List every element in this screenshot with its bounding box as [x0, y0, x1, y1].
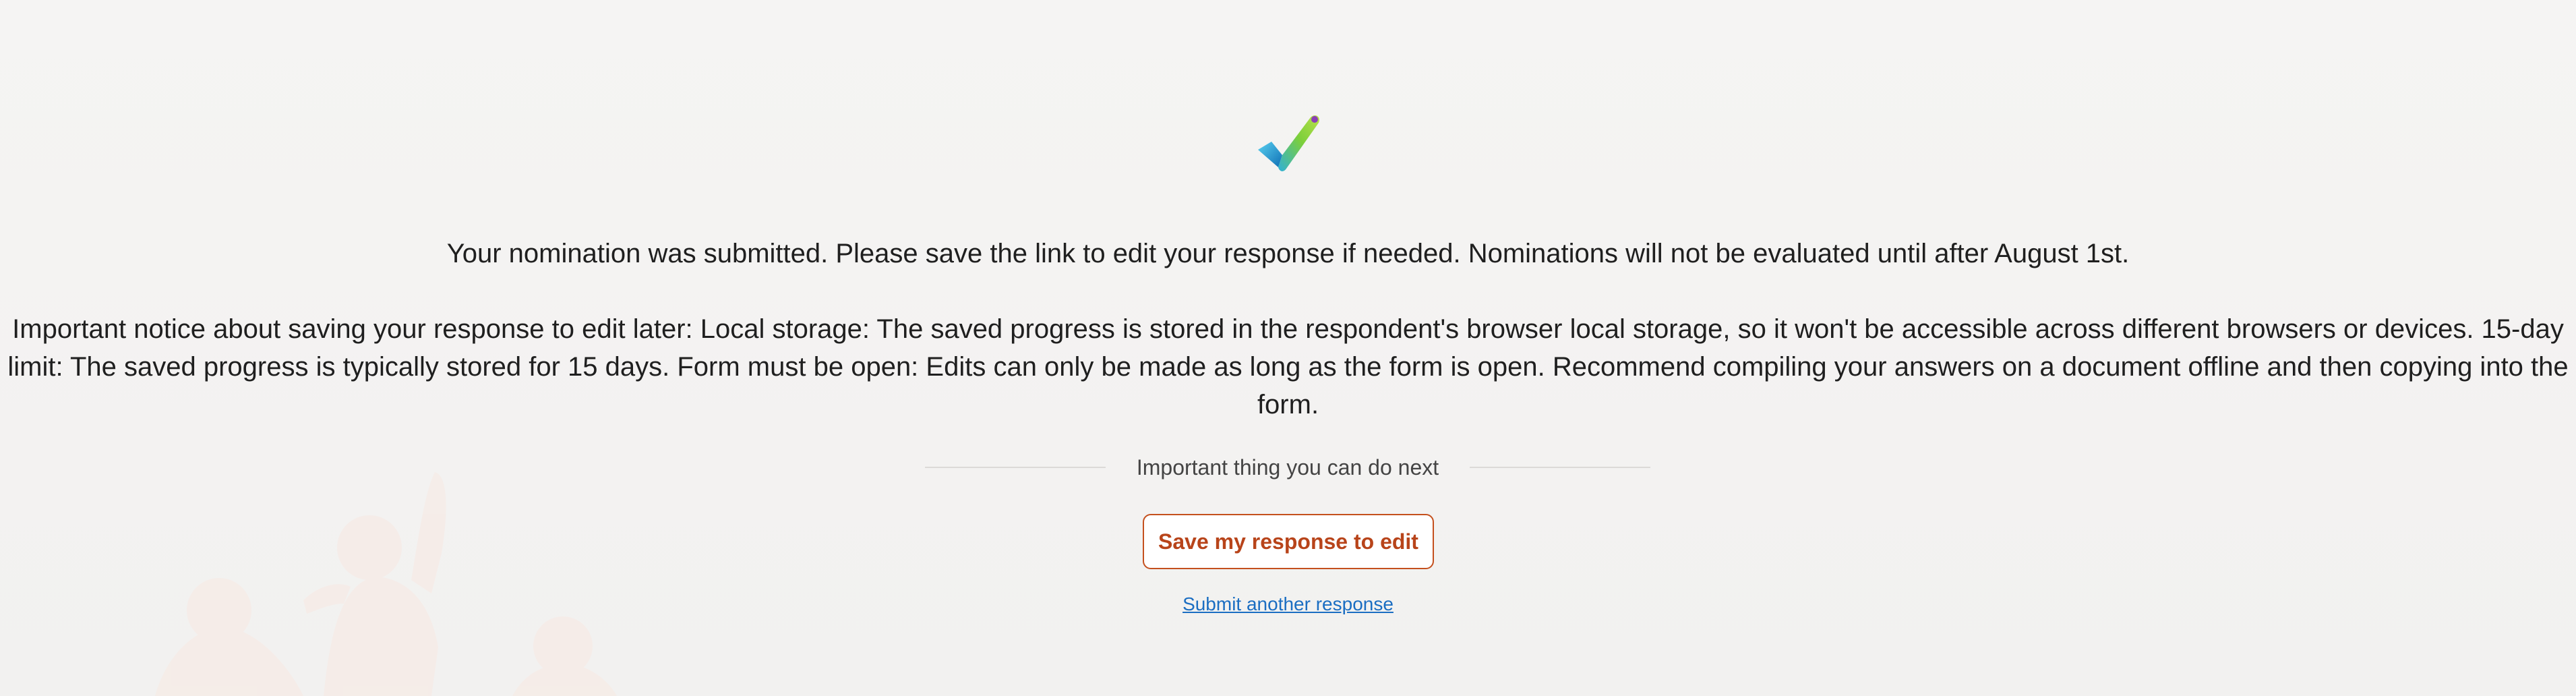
next-steps-divider: Important thing you can do next: [925, 451, 1650, 484]
checkmark-icon: [1258, 115, 1319, 171]
form-confirmation-page: Your nomination was submitted. Please sa…: [0, 0, 2576, 696]
save-response-button[interactable]: Save my response to edit: [1143, 514, 1434, 569]
submission-confirmation-text: Your nomination was submitted. Please sa…: [446, 239, 2130, 268]
submit-another-container: Submit another response: [0, 593, 2576, 615]
next-steps-label: Important thing you can do next: [1136, 455, 1439, 480]
divider-line-right: [1470, 467, 1650, 468]
confirmation-content: Your nomination was submitted. Please sa…: [0, 0, 2576, 696]
divider-line-left: [925, 467, 1106, 468]
submit-another-response-link[interactable]: Submit another response: [1182, 593, 1394, 614]
important-notice-text: Important notice about saving your respo…: [7, 314, 2569, 419]
